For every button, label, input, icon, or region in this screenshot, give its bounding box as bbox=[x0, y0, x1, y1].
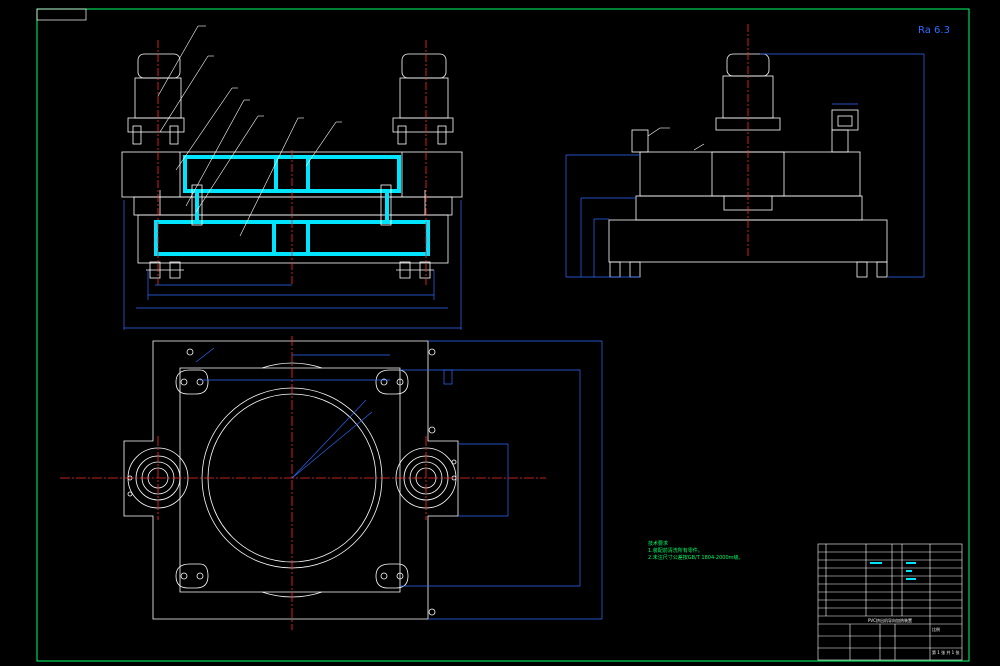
title-block-name: PVC挤出机导向加热装置 bbox=[868, 618, 912, 623]
title-block bbox=[817, 543, 963, 661]
front-leaders bbox=[157, 25, 342, 237]
side-dimensions bbox=[565, 53, 925, 278]
top-dimensions bbox=[200, 340, 603, 620]
title-block-accents bbox=[870, 562, 916, 580]
drawing-frame bbox=[36, 8, 970, 662]
roughness-symbol: Ra 6.3 bbox=[918, 25, 950, 36]
tab-box bbox=[36, 8, 87, 21]
tech-note-line: 1.装配前清洗所有零件。 bbox=[648, 548, 703, 554]
title-block-sheet: 第 1 张 共 1 张 bbox=[932, 650, 960, 655]
engineering-drawing bbox=[36, 8, 970, 662]
side-leaders bbox=[647, 127, 705, 151]
front-dimensions bbox=[123, 200, 462, 330]
title-block-scale: 比例 bbox=[932, 627, 940, 632]
tech-note-line: 2.未注尺寸公差按GB/T 1804-2000m级。 bbox=[648, 555, 744, 561]
tech-notes-title: 技术要求 bbox=[648, 541, 669, 547]
technical-requirements: 技术要求 1.装配前清洗所有零件。 2.未注尺寸公差按GB/T 1804-200… bbox=[648, 541, 758, 562]
top-view bbox=[123, 340, 459, 620]
front-centerlines bbox=[157, 40, 427, 285]
